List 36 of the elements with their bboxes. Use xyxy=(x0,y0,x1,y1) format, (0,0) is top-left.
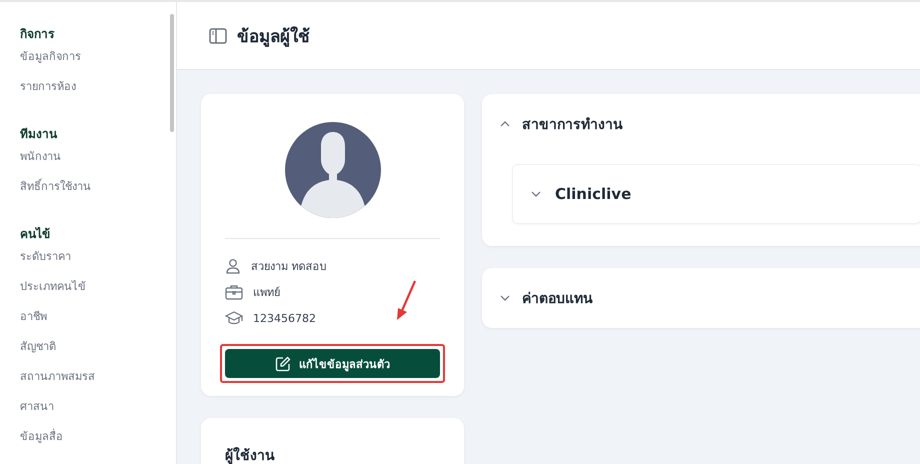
edit-profile-button[interactable]: แก้ไขข้อมูลส่วนตัว xyxy=(225,349,440,378)
sidebar-item[interactable]: ศาสนา xyxy=(20,398,176,428)
chevron-down-icon xyxy=(500,295,510,301)
accordion-title: สาขาการทำงาน xyxy=(522,116,623,135)
sidebar-item[interactable]: สิทธิ์การใช้งาน xyxy=(20,178,176,208)
briefcase-icon xyxy=(225,284,243,300)
profile-detail: แพทย์ xyxy=(253,285,280,301)
scrollbar[interactable] xyxy=(170,14,174,132)
sidebar-panel-icon[interactable] xyxy=(209,28,227,44)
edit-icon xyxy=(275,356,291,372)
sidebar-heading: กิจการ xyxy=(20,26,56,43)
sidebar-item[interactable]: สัญชาติ xyxy=(20,338,176,368)
graduation-cap-icon xyxy=(225,311,243,325)
sidebar-item[interactable]: อาชีพ xyxy=(20,308,176,338)
accordion-item[interactable]: Cliniclive xyxy=(512,164,920,224)
sidebar-item[interactable]: พนักงาน xyxy=(20,148,176,178)
sidebar-item[interactable]: ระดับราคา xyxy=(20,248,176,278)
sidebar-heading: ทีมงาน xyxy=(20,126,58,143)
sidebar-item[interactable]: ข้อมูลสื่อ xyxy=(20,428,176,458)
person-icon xyxy=(225,258,241,274)
chevron-up-icon xyxy=(500,121,510,127)
card-title: ผู้ใช้งาน xyxy=(225,446,276,464)
sidebar-item[interactable]: สถานภาพสมรส xyxy=(20,368,176,398)
accordion-header[interactable]: สาขาการทำงาน xyxy=(500,94,920,154)
accordion-title: ค่าตอบแทน xyxy=(522,290,593,309)
accordion-item-title: Cliniclive xyxy=(555,185,632,203)
page-title: ข้อมูลผู้ใช้ xyxy=(237,25,310,49)
sidebar-item[interactable]: ข้อมูลกิจการ xyxy=(20,48,176,78)
chevron-down-icon xyxy=(531,191,541,197)
profile-detail: 123456782 xyxy=(253,312,316,324)
sidebar-heading: คนไข้ xyxy=(20,226,51,243)
accordion-header[interactable]: ค่าตอบแทน xyxy=(500,268,920,328)
sidebar-item[interactable]: ประเภทคนไข้ xyxy=(20,278,176,308)
sidebar-item[interactable]: รายการห้อง xyxy=(20,78,176,108)
profile-detail: สวยงาม ทดสอบ xyxy=(251,259,326,275)
annotation-arrow xyxy=(396,279,418,321)
